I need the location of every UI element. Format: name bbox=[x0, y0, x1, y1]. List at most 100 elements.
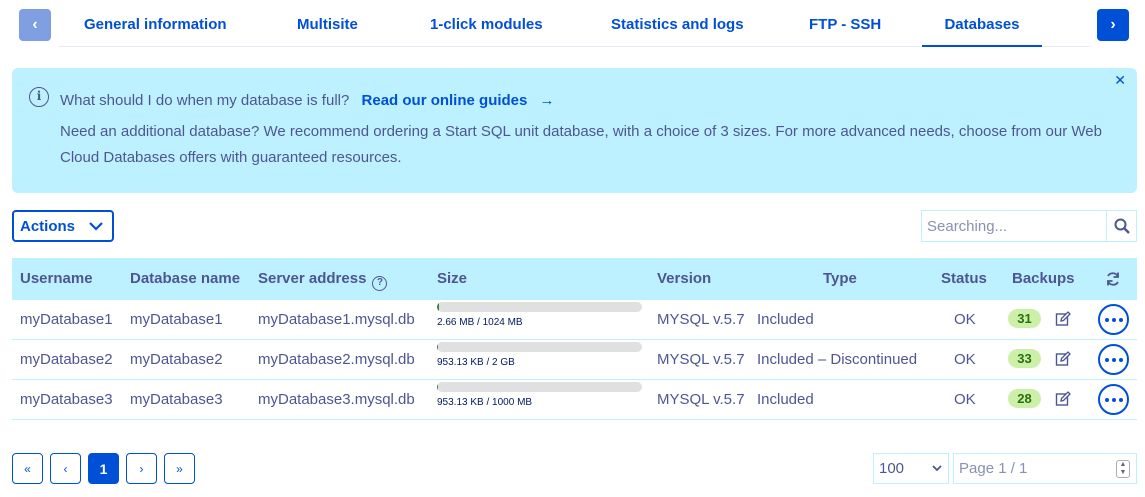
cell-type: Included bbox=[757, 311, 814, 328]
table-row: myDatabase1 myDatabase1 myDatabase1.mysql.… bbox=[12, 300, 1137, 340]
chevron-left-icon: ‹ bbox=[32, 16, 38, 33]
more-options-dot bbox=[1118, 317, 1123, 322]
cell-server-address: myDatabase1.mysql.db bbox=[258, 311, 415, 328]
refresh-icon[interactable] bbox=[1105, 259, 1121, 301]
cell-username: myDatabase2 bbox=[20, 351, 113, 368]
header-server-address-label: Server address bbox=[258, 270, 367, 287]
edit-icon[interactable] bbox=[1055, 351, 1071, 367]
banner-body: Need an additional database? We recommen… bbox=[60, 123, 1102, 166]
header-backups[interactable]: Backups bbox=[1012, 258, 1075, 300]
help-icon[interactable]: ? bbox=[372, 276, 388, 291]
cell-version: MYSQL v.5.7 bbox=[657, 351, 745, 368]
header-type[interactable]: Type bbox=[823, 258, 857, 300]
header-server-address[interactable]: Server address? bbox=[258, 258, 388, 300]
search-icon bbox=[1114, 218, 1130, 234]
tab-statistics-and-logs[interactable]: Statistics and logs bbox=[611, 5, 744, 47]
search-input[interactable] bbox=[922, 211, 1106, 241]
edit-icon[interactable] bbox=[1055, 391, 1071, 407]
size-text: 953.13 KB / 1000 MB bbox=[437, 397, 533, 408]
table-body: myDatabase1 myDatabase1 myDatabase1.mysql.… bbox=[12, 300, 1137, 420]
table-header: Username Database name Server address? S… bbox=[12, 258, 1137, 300]
cell-version: MYSQL v.5.7 bbox=[657, 391, 745, 408]
cell-database-name: myDatabase1 bbox=[130, 311, 223, 328]
more-options-button[interactable] bbox=[1098, 384, 1129, 415]
backups-badge: 33 bbox=[1008, 349, 1041, 368]
chevron-right-icon: › bbox=[1110, 16, 1116, 33]
usage-bar-fill bbox=[437, 302, 439, 312]
current-page-button[interactable]: 1 bbox=[88, 453, 119, 484]
last-page-button[interactable]: » bbox=[164, 453, 195, 484]
size-text: 2.66 MB / 1024 MB bbox=[437, 317, 523, 328]
tab-ftp-ssh[interactable]: FTP - SSH bbox=[809, 5, 881, 47]
search-box bbox=[921, 210, 1137, 242]
header-version[interactable]: Version bbox=[657, 258, 711, 300]
previous-page-button[interactable]: ‹ bbox=[50, 453, 81, 484]
more-options-button[interactable] bbox=[1098, 304, 1129, 335]
cell-status: OK bbox=[954, 351, 976, 368]
cell-type: Included bbox=[757, 391, 814, 408]
more-options-button[interactable] bbox=[1098, 344, 1129, 375]
per-page-select[interactable]: 100 bbox=[873, 453, 949, 484]
cell-status: OK bbox=[954, 311, 976, 328]
search-button[interactable] bbox=[1106, 211, 1136, 241]
actions-button[interactable]: Actions bbox=[12, 210, 114, 242]
usage-bar bbox=[437, 382, 642, 392]
info-banner: ✕ i What should I do when my database is… bbox=[12, 68, 1137, 193]
cell-size: 953.13 KB / 1000 MB bbox=[437, 382, 642, 408]
cell-username: myDatabase1 bbox=[20, 311, 113, 328]
page-number-placeholder: Page 1 / 1 bbox=[959, 460, 1028, 477]
usage-bar bbox=[437, 342, 642, 352]
cell-size: 2.66 MB / 1024 MB bbox=[437, 302, 642, 328]
table-row: myDatabase2 myDatabase2 myDatabase2.mysql.… bbox=[12, 340, 1137, 380]
first-page-button[interactable]: « bbox=[12, 453, 43, 484]
tabs-scroll-left-button[interactable]: ‹ bbox=[19, 9, 51, 41]
close-icon[interactable]: ✕ bbox=[1114, 72, 1126, 89]
cell-server-address: myDatabase2.mysql.db bbox=[258, 351, 415, 368]
edit-icon[interactable] bbox=[1055, 311, 1071, 327]
more-options-icon bbox=[1104, 397, 1109, 402]
arrow-right-icon[interactable]: → bbox=[540, 92, 555, 109]
more-options-dot bbox=[1111, 317, 1116, 322]
usage-bar bbox=[437, 302, 642, 312]
more-options-dot bbox=[1118, 357, 1123, 362]
page-stepper-icon[interactable]: ▲ ▼ bbox=[1116, 460, 1130, 478]
more-options-dot bbox=[1111, 357, 1116, 362]
per-page-value: 100 bbox=[879, 460, 905, 477]
cell-version: MYSQL v.5.7 bbox=[657, 311, 745, 328]
databases-table: Username Database name Server address? S… bbox=[12, 258, 1137, 420]
tab-databases[interactable]: Databases bbox=[922, 5, 1042, 47]
cell-status: OK bbox=[954, 391, 976, 408]
chevron-down-icon bbox=[89, 222, 103, 231]
more-options-dot bbox=[1111, 397, 1116, 402]
cell-size: 953.13 KB / 2 GB bbox=[437, 342, 642, 368]
header-username[interactable]: Username bbox=[20, 258, 93, 300]
size-text: 953.13 KB / 2 GB bbox=[437, 357, 515, 368]
backups-badge: 28 bbox=[1008, 389, 1041, 408]
tab-1-click-modules[interactable]: 1-click modules bbox=[430, 5, 543, 47]
banner-question: What should I do when my database is ful… bbox=[60, 92, 350, 109]
tab-multisite[interactable]: Multisite bbox=[297, 5, 358, 47]
banner-question-line: What should I do when my database is ful… bbox=[60, 92, 555, 109]
header-status[interactable]: Status bbox=[941, 258, 987, 300]
more-options-dot bbox=[1118, 397, 1123, 402]
chevron-down-icon bbox=[932, 465, 942, 472]
table-row: myDatabase3 myDatabase3 myDatabase3.mysql.… bbox=[12, 380, 1137, 420]
tabs-scroll-right-button[interactable]: › bbox=[1097, 9, 1129, 41]
info-icon: i bbox=[29, 87, 49, 107]
tab-general-information[interactable]: General information bbox=[84, 5, 227, 47]
more-options-icon bbox=[1104, 317, 1109, 322]
cell-username: myDatabase3 bbox=[20, 391, 113, 408]
cell-type: Included – Discontinued bbox=[757, 351, 918, 368]
cell-server-address: myDatabase3.mysql.db bbox=[258, 391, 415, 408]
header-size[interactable]: Size bbox=[437, 258, 467, 300]
next-page-button[interactable]: › bbox=[126, 453, 157, 484]
cell-database-name: myDatabase2 bbox=[130, 351, 223, 368]
page-number-input[interactable]: Page 1 / 1 ▲ ▼ bbox=[953, 453, 1137, 484]
cell-database-name: myDatabase3 bbox=[130, 391, 223, 408]
online-guides-link[interactable]: Read our online guides bbox=[362, 92, 528, 109]
header-database-name[interactable]: Database name bbox=[130, 258, 240, 300]
tabs-bar: General information Multisite 1-click mo… bbox=[58, 5, 1090, 47]
backups-badge: 31 bbox=[1008, 309, 1041, 328]
actions-label: Actions bbox=[20, 217, 76, 235]
more-options-icon bbox=[1104, 357, 1109, 362]
